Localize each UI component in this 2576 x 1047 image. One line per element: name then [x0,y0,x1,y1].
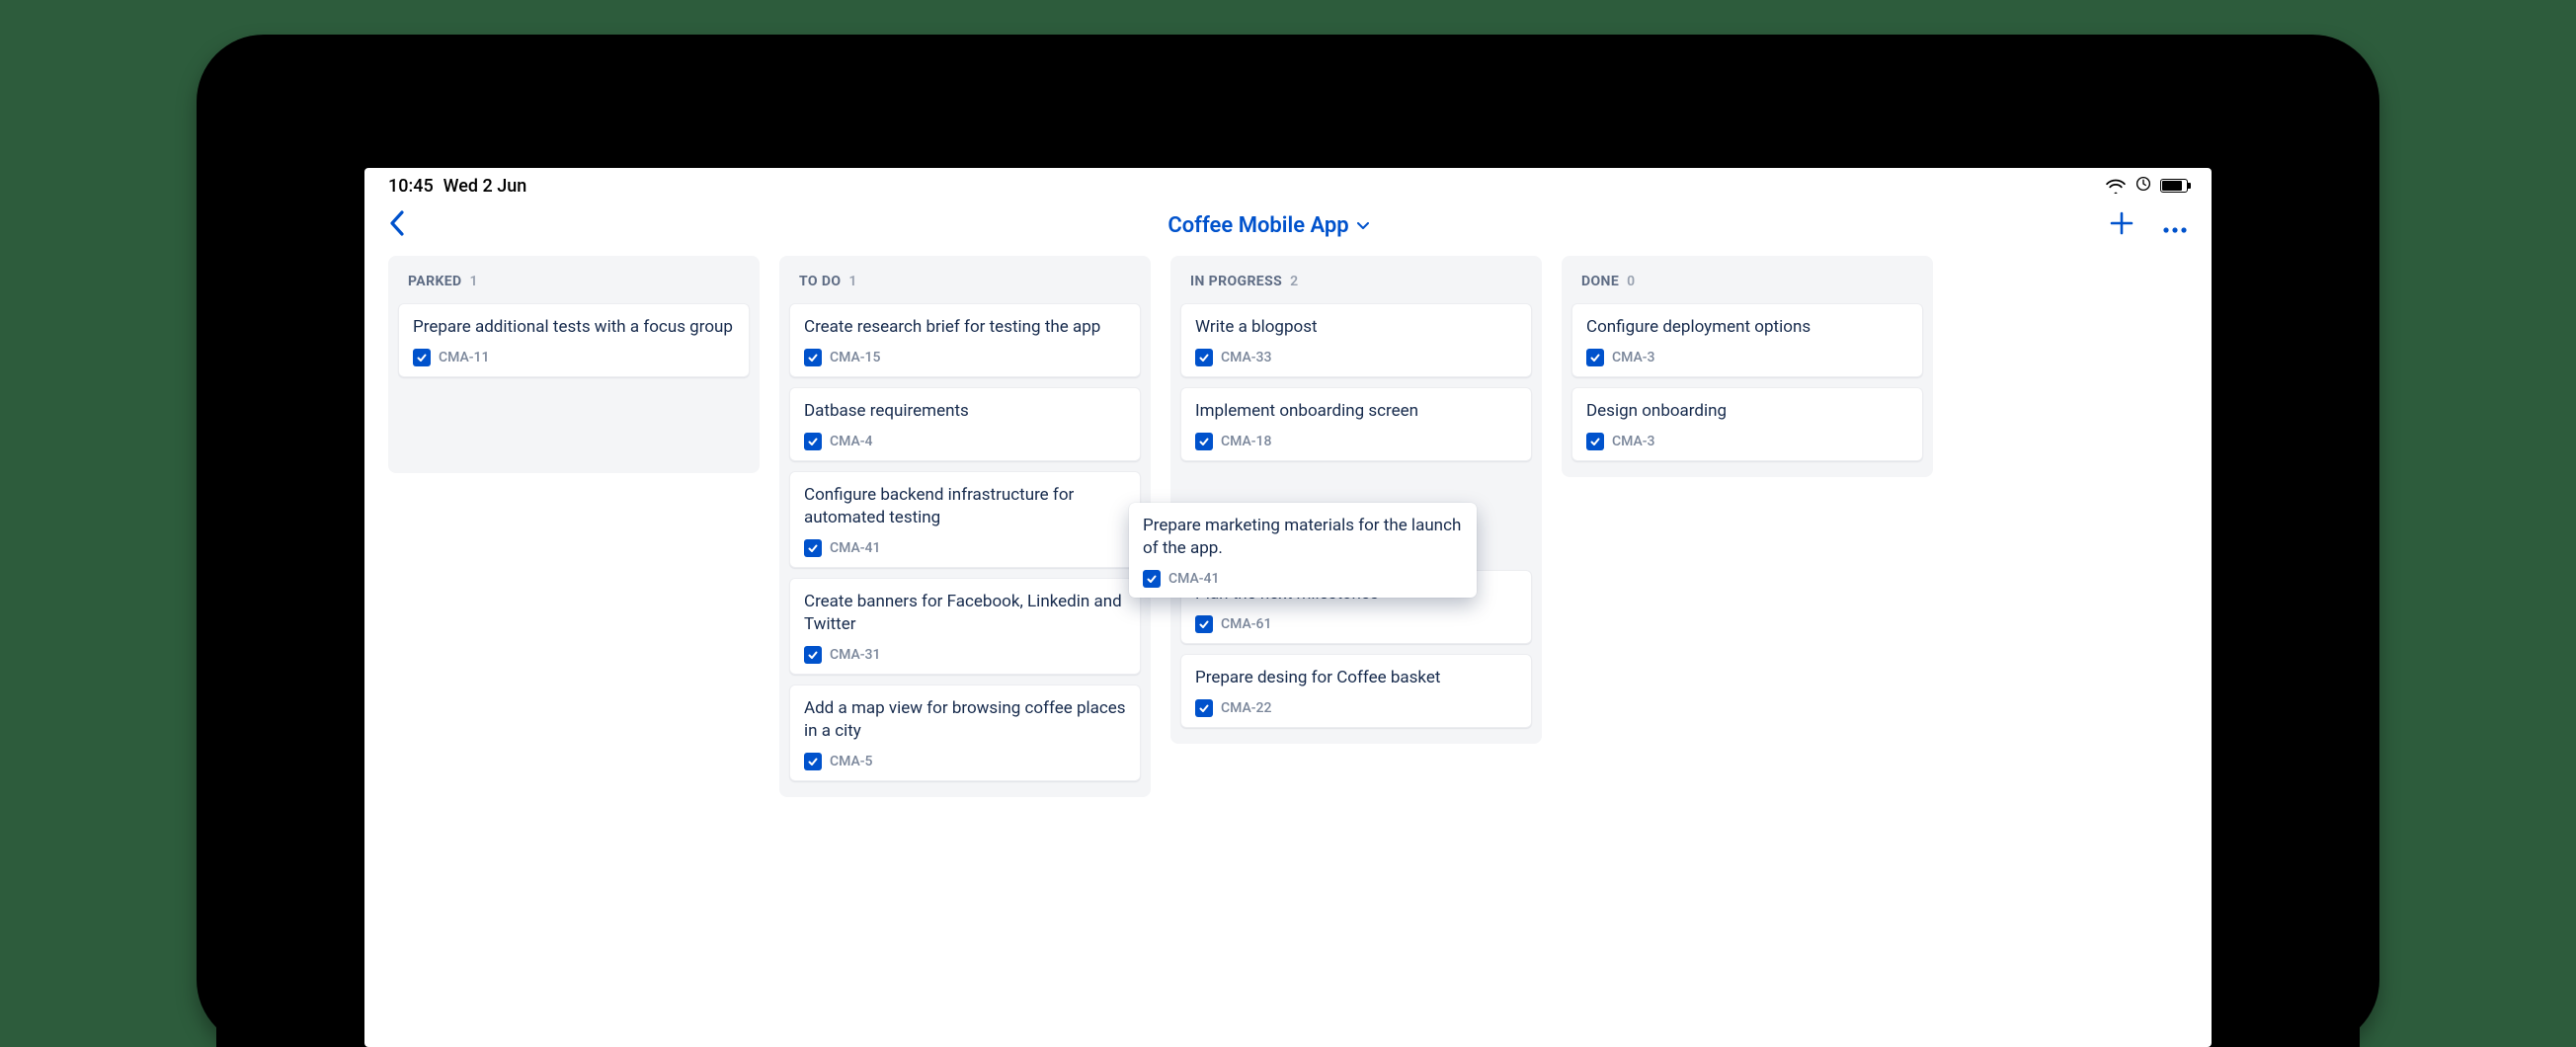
sync-icon [2134,175,2152,198]
column-header: IN PROGRESS 2 [1180,268,1532,293]
task-type-icon [1195,433,1213,450]
board-card[interactable]: Datbase requirements CMA-4 [789,387,1141,461]
column-title: TO DO [799,274,841,289]
board-column[interactable]: TO DO 1 Create research brief for testing … [779,256,1151,797]
card-meta: CMA-22 [1195,699,1517,717]
task-type-icon [413,349,431,366]
card-title: Configure deployment options [1586,316,1908,339]
column-count: 1 [470,274,478,289]
card-title: Design onboarding [1586,400,1908,423]
column-title: IN PROGRESS [1190,274,1282,289]
card-key: CMA-3 [1612,350,1655,365]
board-card[interactable]: Create banners for Facebook, Linkedin an… [789,578,1141,675]
column-count: 1 [848,274,856,289]
card-meta: CMA-41 [1143,570,1463,588]
task-type-icon [1195,349,1213,366]
dragging-card[interactable]: Prepare marketing materials for the laun… [1129,503,1477,598]
status-time: 10:45 [388,176,434,197]
column-count: 0 [1627,274,1635,289]
card-meta: CMA-4 [804,433,1126,450]
card-key: CMA-33 [1221,350,1271,365]
card-key: CMA-3 [1612,434,1655,449]
status-date: Wed 2 Jun [443,176,527,197]
ipad-device-frame: 10:45 Wed 2 Jun [197,35,2379,1047]
task-type-icon [804,753,822,770]
card-key: CMA-11 [439,350,489,365]
card-title: Prepare desing for Coffee basket [1195,667,1517,689]
card-key: CMA-41 [830,540,880,556]
card-meta: CMA-11 [413,349,735,366]
task-type-icon [1143,570,1161,588]
card-meta: CMA-18 [1195,433,1517,450]
board-card[interactable]: Configure backend infrastructure for aut… [789,471,1141,568]
board-column[interactable]: IN PROGRESS 2 Write a blogpost CMA-33 Implem… [1170,256,1542,744]
card-meta: CMA-33 [1195,349,1517,366]
card-key: CMA-31 [830,647,880,663]
card-meta: CMA-15 [804,349,1126,366]
card-meta: CMA-31 [804,646,1126,664]
board-card[interactable]: Configure deployment options CMA-3 [1571,303,1923,377]
board-title-dropdown[interactable]: Coffee Mobile App [428,213,2109,238]
card-title: Create research brief for testing the ap… [804,316,1126,339]
board-card[interactable]: Prepare additional tests with a focus gr… [398,303,750,377]
board-card[interactable]: Write a blogpost CMA-33 [1180,303,1532,377]
card-title: Create banners for Facebook, Linkedin an… [804,591,1126,636]
card-title: Write a blogpost [1195,316,1517,339]
column-title: DONE [1581,274,1619,289]
nav-bar: Coffee Mobile App [364,198,2212,256]
task-type-icon [804,349,822,366]
column-header: TO DO 1 [789,268,1141,293]
card-key: CMA-4 [830,434,873,449]
back-button[interactable] [388,209,428,242]
chevron-down-icon [1357,219,1369,233]
card-meta: CMA-61 [1195,615,1517,633]
card-title: Datbase requirements [804,400,1126,423]
task-type-icon [804,539,822,557]
card-key: CMA-22 [1221,700,1271,716]
board-column[interactable]: PARKED 1 Prepare additional tests with a f… [388,256,760,473]
card-key: CMA-18 [1221,434,1271,449]
battery-icon [2160,179,2188,193]
card-meta: CMA-3 [1586,433,1908,450]
task-type-icon [1195,615,1213,633]
column-count: 2 [1290,274,1298,289]
card-key: CMA-15 [830,350,880,365]
card-key: CMA-41 [1168,571,1219,587]
card-title: Prepare additional tests with a focus gr… [413,316,735,339]
card-meta: CMA-3 [1586,349,1908,366]
card-key: CMA-5 [830,754,873,769]
column-title: PARKED [408,274,462,289]
task-type-icon [804,433,822,450]
task-type-icon [1195,699,1213,717]
board-column[interactable]: DONE0Configure deployment optionsCMA-3De… [1562,256,1933,477]
board-card[interactable]: Add a map view for browsing coffee place… [789,685,1141,781]
board-card[interactable]: Implement onboarding screen CMA-18 [1180,387,1532,461]
card-title: Add a map view for browsing coffee place… [804,697,1126,743]
board-card[interactable]: Create research brief for testing the ap… [789,303,1141,377]
task-type-icon [1586,433,1604,450]
task-type-icon [804,646,822,664]
column-header: DONE 0 [1571,268,1923,293]
board-card[interactable]: Design onboarding CMA-3 [1571,387,1923,461]
card-key: CMA-61 [1221,616,1271,632]
card-meta: CMA-41 [804,539,1126,557]
board-card[interactable]: Prepare desing for Coffee basket CMA-22 [1180,654,1532,728]
card-meta: CMA-5 [804,753,1126,770]
task-type-icon [1586,349,1604,366]
card-title: Implement onboarding screen [1195,400,1517,423]
screen: 10:45 Wed 2 Jun [364,168,2212,1047]
column-header: PARKED 1 [398,268,750,293]
add-button[interactable] [2109,210,2134,242]
ipad-status-bar: 10:45 Wed 2 Jun [364,168,2212,198]
board-title: Coffee Mobile App [1167,213,1348,238]
wifi-icon [2105,178,2127,194]
card-title: Prepare marketing materials for the laun… [1143,515,1463,560]
kanban-board[interactable]: PARKED 1 Prepare additional tests with a f… [364,256,2212,1044]
card-title: Configure backend infrastructure for aut… [804,484,1126,529]
more-button[interactable] [2162,212,2188,240]
